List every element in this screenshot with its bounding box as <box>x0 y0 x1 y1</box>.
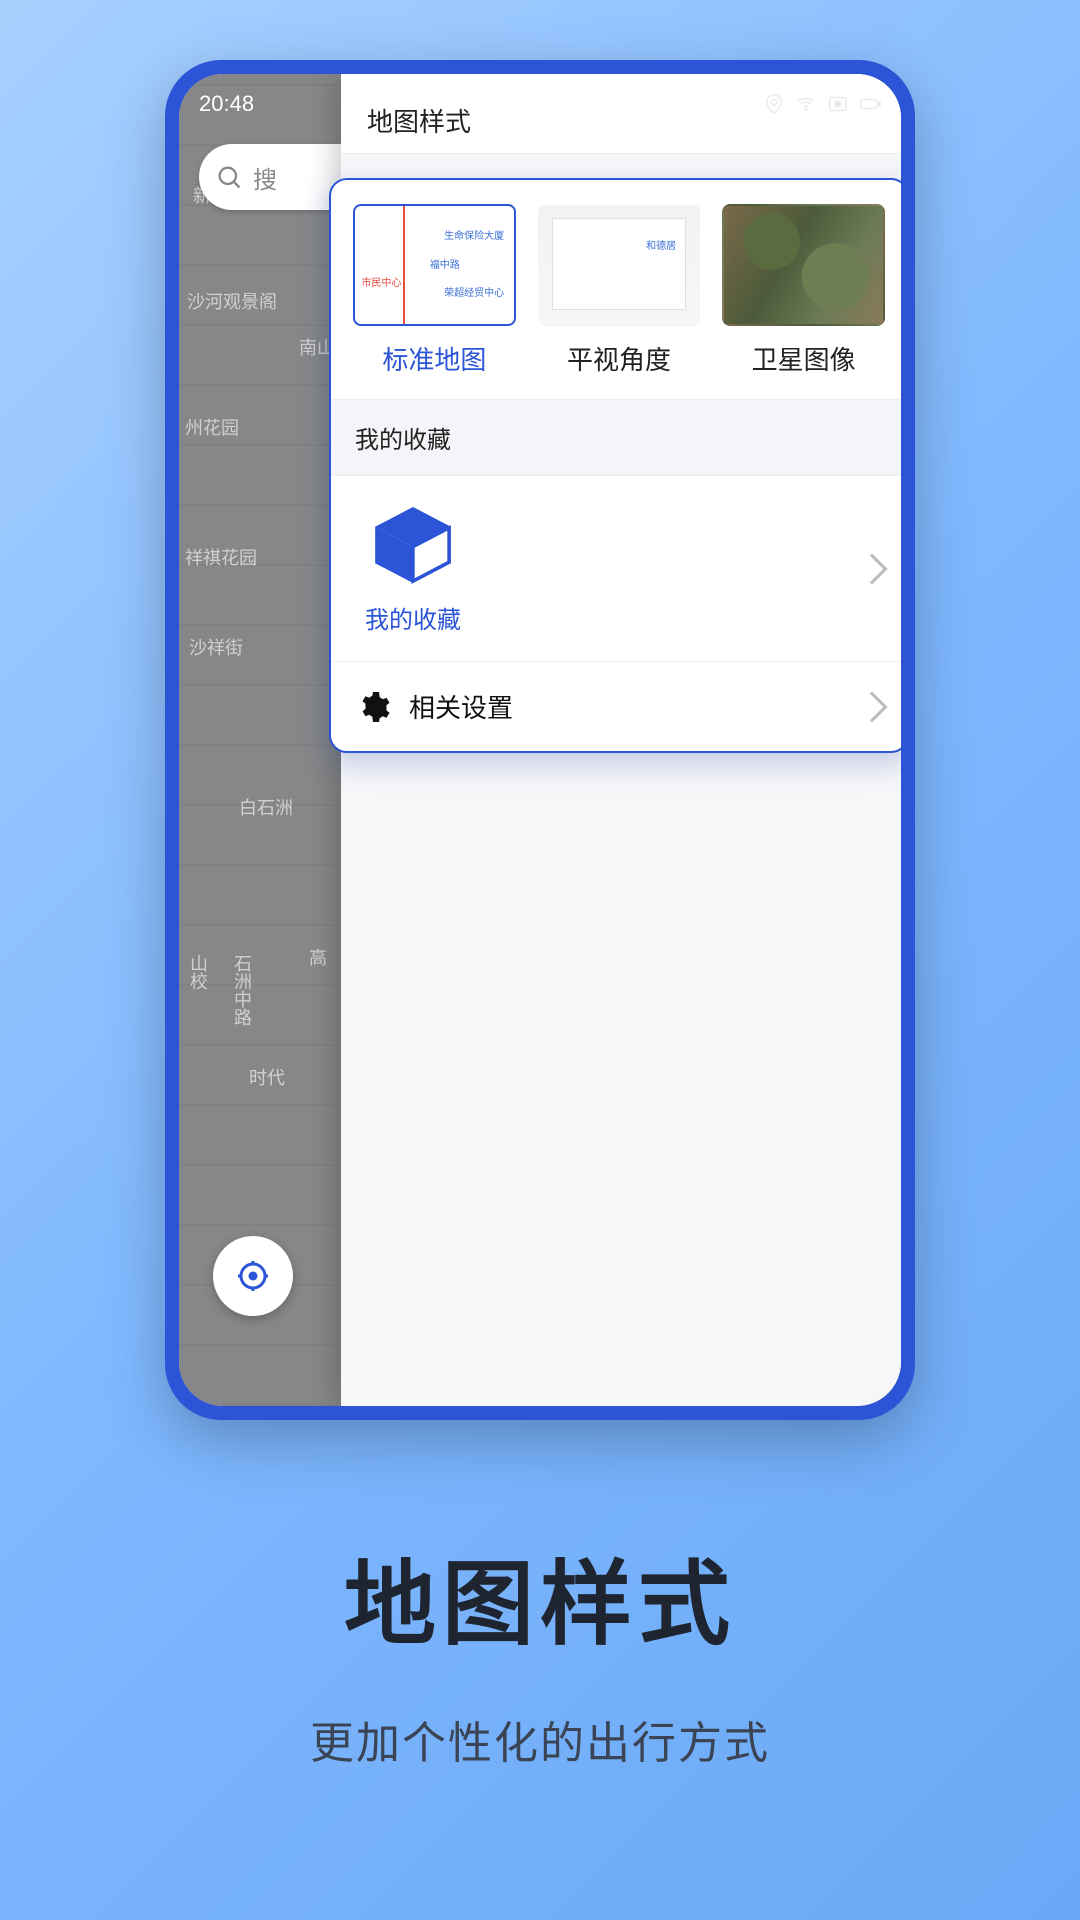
chevron-right-icon <box>856 691 887 722</box>
map-poi-label: 时代 <box>249 1064 285 1090</box>
map-poi-label: 白石洲 <box>239 794 293 820</box>
screen-record-icon <box>827 93 849 115</box>
gear-icon <box>355 689 391 725</box>
location-status-icon <box>763 93 785 115</box>
locate-icon <box>235 1258 271 1294</box>
thumb-mini-label: 市民中心 <box>361 274 401 289</box>
style-card: 生命保险大厦 福中路 市民中心 荣超经贸中心 标准地图 和德居 平视角度 卫星图… <box>329 178 901 753</box>
box-icon <box>370 502 456 588</box>
style-label: 平视角度 <box>538 340 701 377</box>
style-option-satellite[interactable]: 卫星图像 <box>722 204 885 377</box>
wifi-icon <box>795 93 817 115</box>
favorites-item-label: 我的收藏 <box>365 600 461 635</box>
hero-subtitle: 更加个性化的出行方式 <box>0 1707 1080 1771</box>
map-poi-label: 高 <box>309 944 327 970</box>
thumb-mini-label: 生命保险大厦 <box>444 227 504 242</box>
settings-label: 相关设置 <box>409 688 513 725</box>
phone-frame: 新中路 沙河观景阁 南山 州花园 祥祺花园 沙祥街 白石洲 石洲中路 高 时代 … <box>165 60 915 1420</box>
thumb-mini-label: 福中路 <box>430 256 460 271</box>
status-bar: 20:48 <box>199 84 881 124</box>
style-thumb-satellite <box>722 204 885 326</box>
chevron-right-icon <box>856 553 887 584</box>
related-settings[interactable]: 相关设置 <box>331 662 901 751</box>
map-poi-label: 山校 <box>185 954 211 990</box>
thumb-mini-label: 荣超经贸中心 <box>444 284 504 299</box>
phone-screen: 新中路 沙河观景阁 南山 州花园 祥祺花园 沙祥街 白石洲 石洲中路 高 时代 … <box>179 74 901 1406</box>
search-icon <box>215 163 243 191</box>
hero-title: 地图样式 <box>0 1530 1080 1663</box>
style-label: 卫星图像 <box>722 340 885 377</box>
style-thumb-flat: 和德居 <box>538 204 701 326</box>
style-thumb-standard: 生命保险大厦 福中路 市民中心 荣超经贸中心 <box>353 204 516 326</box>
map-poi-label: 州花园 <box>185 414 239 440</box>
map-poi-label: 石洲中路 <box>229 954 255 1026</box>
search-placeholder: 搜 <box>253 160 277 195</box>
favorites-item[interactable]: 我的收藏 <box>331 476 901 662</box>
battery-icon <box>859 93 881 115</box>
map-poi-label: 沙祥街 <box>189 634 243 660</box>
style-option-standard[interactable]: 生命保险大厦 福中路 市民中心 荣超经贸中心 标准地图 <box>353 204 516 377</box>
status-time: 20:48 <box>199 91 254 117</box>
thumb-mini-label: 和德居 <box>646 237 676 252</box>
style-label: 标准地图 <box>353 340 516 377</box>
map-poi-label: 沙河观景阁 <box>187 288 277 314</box>
style-option-flat[interactable]: 和德居 平视角度 <box>538 204 701 377</box>
hero-copy: 地图样式 更加个性化的出行方式 <box>0 1530 1080 1771</box>
style-options: 生命保险大厦 福中路 市民中心 荣超经贸中心 标准地图 和德居 平视角度 卫星图… <box>331 180 901 385</box>
favorites-section-title: 我的收藏 <box>331 399 901 476</box>
map-poi-label: 祥祺花园 <box>185 544 257 570</box>
locate-button[interactable] <box>213 1236 293 1316</box>
